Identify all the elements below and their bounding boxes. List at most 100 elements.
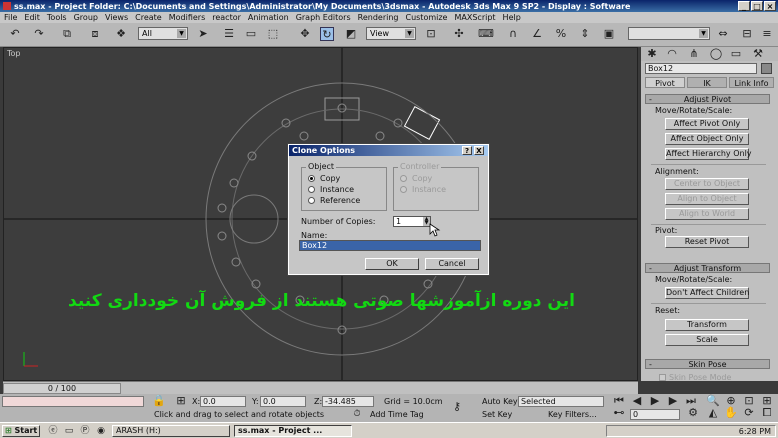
current-frame-field[interactable]: 0 [630, 409, 680, 420]
maxscript-listener-mini[interactable] [2, 396, 144, 407]
lock-selection-icon[interactable]: 🔒 [152, 394, 166, 408]
quicklaunch-desktop-icon[interactable]: ▭ [62, 424, 76, 438]
select-link-icon[interactable]: ⧉ [60, 27, 74, 41]
menu-modifiers[interactable]: Modifiers [169, 13, 206, 22]
quicklaunch-media-icon[interactable]: ◉ [94, 424, 108, 438]
radio-copy[interactable]: Copy [308, 174, 340, 183]
tab-pivot[interactable]: Pivot [645, 77, 685, 88]
copies-spinner[interactable]: 1 ▲ ▼ [393, 216, 431, 227]
pivot-center-icon[interactable]: ⊡ [424, 27, 438, 41]
dialog-help-button[interactable]: ? [462, 146, 472, 155]
keyboard-shortcut-icon[interactable]: ⌨ [478, 27, 494, 41]
menu-maxscript[interactable]: MAXScript [454, 13, 495, 22]
object-name-field[interactable]: Box12 [645, 63, 757, 74]
affect-object-only-button[interactable]: Affect Object Only [665, 133, 749, 145]
close-button[interactable]: × [764, 1, 776, 11]
utilities-tab-icon[interactable]: ⚒ [751, 47, 765, 61]
selection-filter-dropdown[interactable]: All ▼ [138, 27, 188, 40]
radio-reference[interactable]: Reference [308, 196, 360, 205]
dialog-close-button[interactable]: X [474, 146, 484, 155]
absolute-mode-icon[interactable]: ⊞ [174, 394, 188, 408]
modify-tab-icon[interactable]: ◠ [665, 47, 679, 61]
task-arash-drive[interactable]: ARASH (H:) [112, 425, 230, 437]
task-3dsmax[interactable]: ss.max - Project ... [234, 425, 352, 437]
display-tab-icon[interactable]: ▭ [729, 47, 743, 61]
fov-icon[interactable]: ◭ [706, 406, 720, 420]
menu-animation[interactable]: Animation [248, 13, 289, 22]
reference-coord-dropdown[interactable]: View ▼ [366, 27, 416, 40]
key-icon[interactable]: ⚷ [450, 400, 464, 414]
set-key-button[interactable]: Set Key [482, 410, 512, 419]
menu-views[interactable]: Views [105, 13, 128, 22]
align-to-world-button[interactable]: Align to World [665, 208, 749, 220]
bind-space-warp-icon[interactable]: ❖ [114, 27, 128, 41]
object-color-swatch[interactable] [761, 63, 772, 74]
spinner-snap-icon[interactable]: ⇕ [578, 27, 592, 41]
start-button[interactable]: ⊞ Start [2, 425, 40, 437]
minimize-button[interactable]: _ [738, 1, 750, 11]
menu-tools[interactable]: Tools [47, 13, 67, 22]
dont-affect-children-button[interactable]: Don't Affect Children [665, 287, 749, 299]
cancel-button[interactable]: Cancel [425, 258, 479, 270]
snap-icon[interactable]: ∩ [506, 27, 520, 41]
radio-button[interactable] [308, 186, 315, 193]
hierarchy-tab-icon[interactable]: ⋔ [687, 47, 701, 61]
align-icon[interactable]: ⊟ [740, 27, 754, 41]
menu-customize[interactable]: Customize [405, 13, 447, 22]
ok-button[interactable]: OK [365, 258, 419, 270]
move-icon[interactable]: ✥ [298, 27, 312, 41]
skin-pose-rollout[interactable]: - Skin Pose [645, 359, 770, 369]
reset-pivot-button[interactable]: Reset Pivot [665, 236, 749, 248]
radio-instance[interactable]: Instance [308, 185, 354, 194]
select-by-name-icon[interactable]: ☰ [222, 27, 236, 41]
menu-file[interactable]: File [4, 13, 17, 22]
menu-rendering[interactable]: Rendering [358, 13, 399, 22]
menu-graph-editors[interactable]: Graph Editors [296, 13, 351, 22]
timeline[interactable]: 0 / 100 [3, 381, 638, 394]
radio-button[interactable] [308, 175, 315, 182]
add-time-tag-button[interactable]: Add Time Tag [370, 410, 424, 419]
align-to-object-button[interactable]: Align to Object [665, 193, 749, 205]
create-tab-icon[interactable]: ✱ [645, 47, 659, 61]
quicklaunch-ps-icon[interactable]: Ⓟ [78, 424, 92, 438]
affect-pivot-only-button[interactable]: Affect Pivot Only [665, 118, 749, 130]
maximize-viewport-icon[interactable]: ⧠ [760, 406, 774, 420]
menu-reactor[interactable]: reactor [212, 13, 241, 22]
menu-create[interactable]: Create [135, 13, 162, 22]
reset-scale-button[interactable]: Scale [665, 334, 749, 346]
affect-hierarchy-only-button[interactable]: Affect Hierarchy Only [665, 148, 752, 160]
adjust-transform-rollout[interactable]: - Adjust Transform [645, 263, 770, 273]
skin-pose-mode-checkbox[interactable]: Skin Pose Mode [659, 373, 731, 381]
time-config-icon[interactable]: ⚙ [686, 406, 700, 420]
unlink-icon[interactable]: ⧈ [88, 27, 102, 41]
quicklaunch-ie-icon[interactable]: ⓔ [46, 424, 60, 438]
auto-key-button[interactable]: Auto Key [482, 397, 518, 406]
named-selection-icon[interactable]: ▣ [602, 27, 616, 41]
prev-frame-icon[interactable]: ◀ [630, 394, 644, 408]
selected-dropdown[interactable]: Selected [518, 396, 604, 407]
reset-transform-button[interactable]: Transform [665, 319, 749, 331]
select-arrow-icon[interactable]: ➤ [196, 27, 210, 41]
tab-link-info[interactable]: Link Info [729, 77, 774, 88]
percent-snap-icon[interactable]: % [554, 27, 568, 41]
mirror-icon[interactable]: ⇔ [716, 27, 730, 41]
pan-icon[interactable]: ✋ [724, 406, 738, 420]
layer-manager-icon[interactable]: ≡ [760, 27, 774, 41]
y-coord-field[interactable]: 0.0 [260, 396, 306, 407]
key-mode-icon[interactable]: ⊷ [612, 406, 626, 420]
maximize-button[interactable]: □ [751, 1, 763, 11]
menu-help[interactable]: Help [503, 13, 521, 22]
radio-button[interactable] [308, 197, 315, 204]
orbit-icon[interactable]: ⟳ [742, 406, 756, 420]
menu-edit[interactable]: Edit [24, 13, 40, 22]
motion-tab-icon[interactable]: ◯ [709, 47, 723, 61]
angle-snap-icon[interactable]: ∠ [530, 27, 544, 41]
x-coord-field[interactable]: 0.0 [200, 396, 246, 407]
select-manipulate-icon[interactable]: ✣ [452, 27, 466, 41]
tab-ik[interactable]: IK [687, 77, 727, 88]
rect-selection-icon[interactable]: ▭ [244, 27, 258, 41]
menu-group[interactable]: Group [74, 13, 98, 22]
play-icon[interactable]: ▶ [648, 394, 662, 408]
key-filters-button[interactable]: Key Filters... [548, 410, 597, 419]
named-selection-sets-dropdown[interactable]: ▼ [628, 27, 710, 40]
